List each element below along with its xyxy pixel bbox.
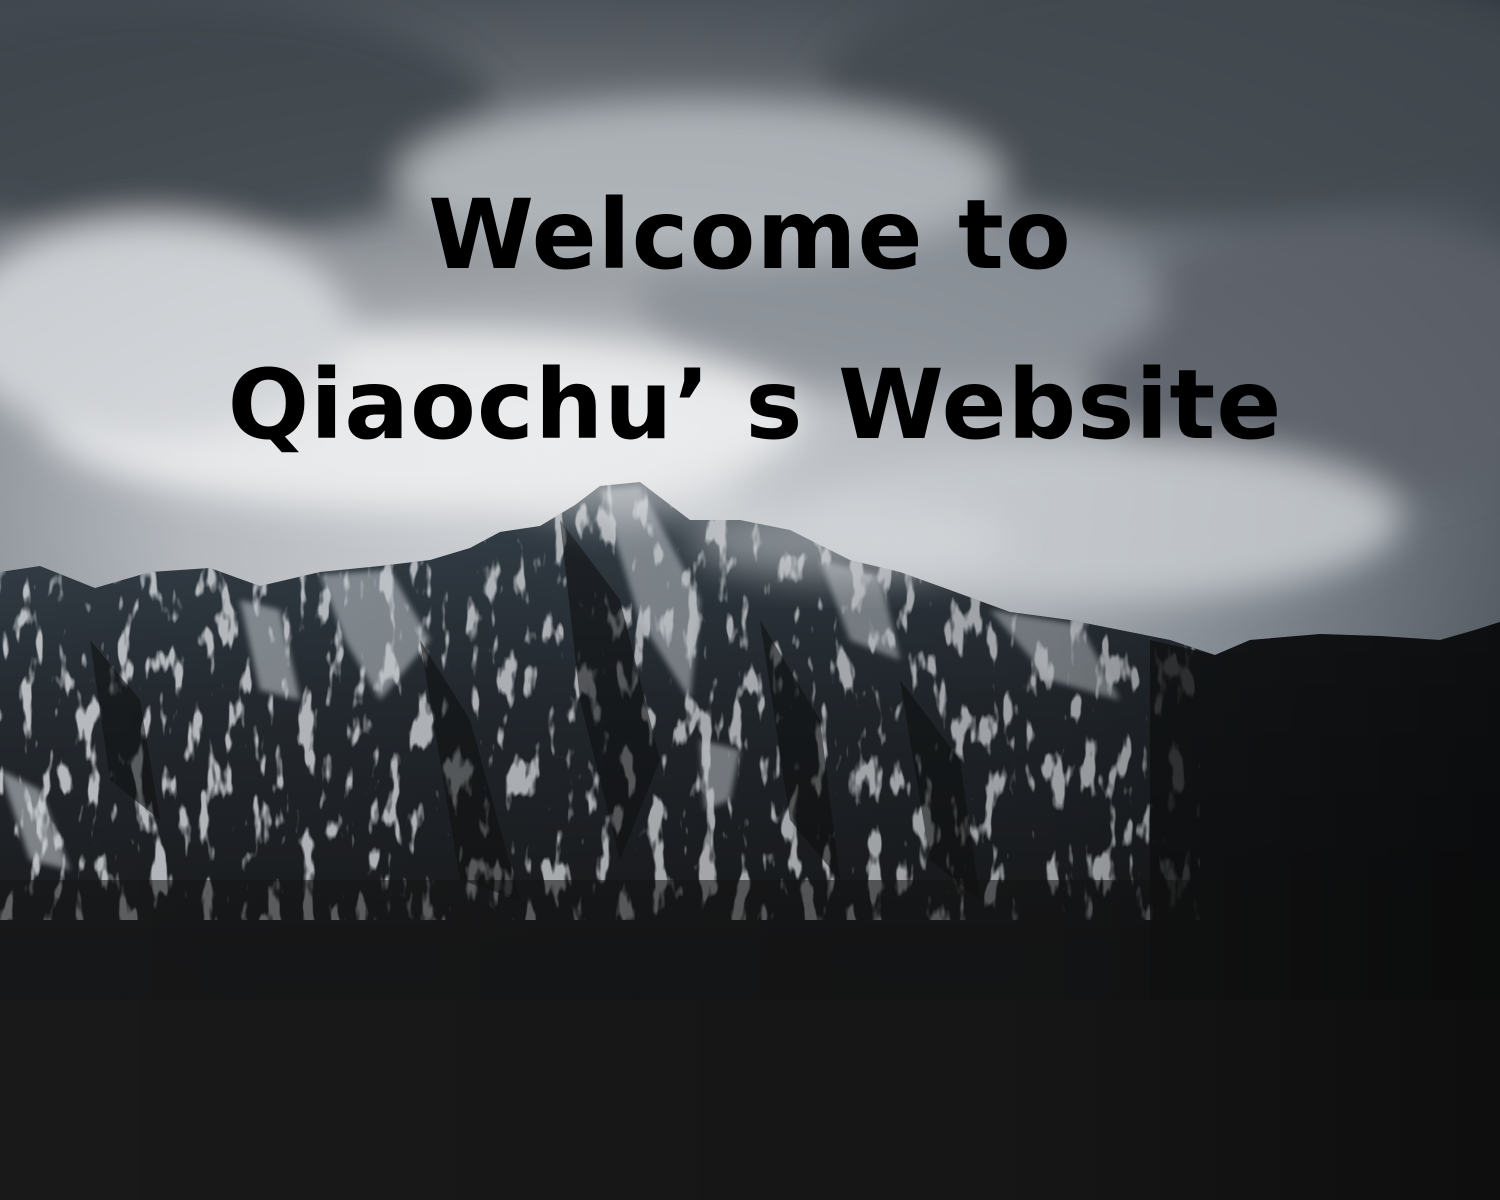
welcome-headline: Welcome to Qiaochu’ s Website	[0, 150, 1500, 490]
headline-line-1: Welcome to	[428, 179, 1072, 291]
hero-scene: Welcome to Qiaochu’ s Website	[0, 0, 1500, 1200]
headline-line-2: Qiaochu’ s Website	[227, 349, 1283, 461]
